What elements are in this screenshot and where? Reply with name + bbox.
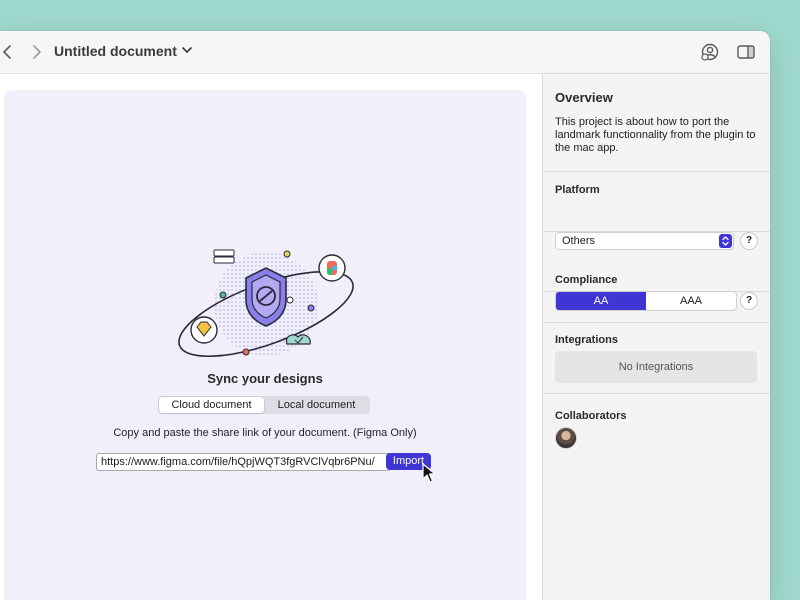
overview-section: Overview This project is about how to po… bbox=[543, 74, 770, 172]
main-content: Sync your designs Cloud document Local d… bbox=[0, 74, 542, 600]
sync-title: Sync your designs bbox=[207, 371, 323, 386]
compliance-title: Compliance bbox=[555, 274, 618, 286]
document-title: Untitled document bbox=[54, 43, 177, 59]
sidebar-toggle-icon[interactable] bbox=[736, 42, 756, 62]
integrations-section: Integrations No Integrations bbox=[543, 323, 770, 394]
overview-description: This project is about how to port the la… bbox=[555, 116, 756, 154]
collaborators-section: Collaborators bbox=[543, 394, 770, 600]
back-arrow-icon[interactable] bbox=[0, 43, 16, 61]
compliance-help-button[interactable]: ? bbox=[740, 292, 758, 310]
integrations-title: Integrations bbox=[555, 334, 618, 346]
chevron-down-icon bbox=[181, 43, 193, 59]
collaborator-avatar[interactable] bbox=[555, 427, 577, 449]
toolbar: Untitled document bbox=[0, 31, 770, 74]
collaborators-title: Collaborators bbox=[555, 410, 627, 422]
compliance-option-aa[interactable]: AA bbox=[556, 292, 646, 310]
platform-title: Platform bbox=[555, 184, 600, 196]
sync-panel: Sync your designs Cloud document Local d… bbox=[4, 90, 526, 600]
inspector-sidebar: Overview This project is about how to po… bbox=[542, 74, 770, 600]
sync-illustration bbox=[178, 249, 354, 358]
share-link-input[interactable]: https://www.figma.com/file/hQpjWQT3fgRVC… bbox=[96, 453, 391, 471]
app-window: Untitled document Sync your designs Clou… bbox=[0, 31, 770, 600]
tab-cloud-document[interactable]: Cloud document bbox=[159, 397, 264, 413]
forward-arrow-icon[interactable] bbox=[28, 43, 44, 61]
mouse-pointer-icon bbox=[422, 463, 436, 483]
compliance-section: Compliance bbox=[543, 232, 770, 292]
overview-title: Overview bbox=[555, 90, 613, 105]
account-settings-icon[interactable] bbox=[700, 42, 720, 62]
compliance-option-aaa[interactable]: AAA bbox=[646, 292, 736, 310]
tab-local-document[interactable]: Local document bbox=[264, 397, 369, 413]
document-title-menu[interactable]: Untitled document bbox=[54, 43, 193, 59]
document-source-tabs: Cloud document Local document bbox=[158, 396, 370, 414]
platform-section: Platform bbox=[543, 172, 770, 232]
compliance-segmented-control: AA AAA bbox=[555, 291, 737, 311]
instruction-text: Copy and paste the share link of your do… bbox=[113, 427, 417, 439]
no-integrations-placeholder: No Integrations bbox=[555, 351, 757, 383]
